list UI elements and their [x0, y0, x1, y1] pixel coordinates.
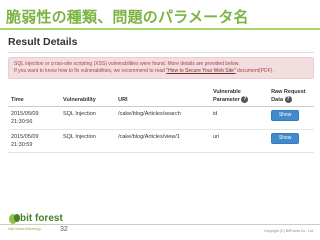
time-cell: 2015/05/09 21:30:59 [8, 129, 61, 153]
vulnerability-alert: SQL injection or cross-site scripting (X… [8, 57, 314, 79]
date-value: 2015/05/09 [11, 111, 39, 117]
raw-request-column-header: Raw Request Data ? [268, 86, 314, 107]
uri-cell: /cake/blog/Articles/search [115, 106, 210, 130]
parameter-header-line-2: Parameter [212, 97, 240, 103]
help-icon[interactable]: ? [284, 96, 292, 104]
vulnerability-column-header: Vulnerability [60, 86, 116, 107]
table-row: 2015/05/09 21:30:56 SQL Injection /cake/… [8, 106, 314, 130]
vulnerability-cell: SQL Injection [60, 106, 116, 130]
result-details-heading: Result Details [8, 36, 78, 48]
show-request-button[interactable]: Show [271, 110, 300, 121]
title-divider [0, 28, 320, 30]
logo-tagline: http://www.bitforest.jp [8, 227, 42, 231]
parameter-header-line-1: Vulnerable [212, 89, 241, 95]
results-table-container: Time Vulnerability URI Vulnerable Parame… [8, 86, 314, 153]
alert-line-2: If you want to know how to fix vulnerabi… [14, 68, 308, 75]
table-header-row: Time Vulnerability URI Vulnerable Parame… [8, 86, 314, 107]
uri-column-header: URI [115, 86, 210, 107]
footer-divider [0, 224, 320, 225]
logo-text: bit forest [20, 213, 63, 224]
alert-line-2-suffix: document(PDF). [235, 68, 274, 74]
table-row: 2015/05/09 21:30:59 SQL Injection /cake/… [8, 129, 314, 153]
alert-line-2-prefix: If you want to know how to fix vulnerabi… [14, 68, 167, 74]
raw-request-cell: Show [268, 129, 314, 153]
time-cell: 2015/05/09 21:30:56 [8, 106, 61, 130]
time-value: 21:30:59 [11, 142, 33, 148]
help-icon[interactable]: ? [241, 96, 249, 104]
time-value: 21:30:56 [11, 119, 33, 125]
results-table: Time Vulnerability URI Vulnerable Parame… [8, 86, 314, 153]
heading-divider [8, 52, 314, 53]
secure-website-doc-link[interactable]: "How to Secure Your Web Site" [166, 68, 235, 74]
parameter-cell: id [209, 106, 269, 130]
page-number: 32 [60, 226, 68, 233]
show-request-button[interactable]: Show [271, 133, 300, 144]
parameter-column-header: Vulnerable Parameter ? [209, 86, 269, 107]
uri-cell: /cake/blog/Articles/view/1 [115, 129, 210, 153]
vulnerability-cell: SQL Injection [60, 129, 116, 153]
time-column-header: Time [8, 86, 61, 107]
alert-line-1: SQL injection or cross-site scripting (X… [14, 61, 240, 67]
date-value: 2015/05/09 [11, 134, 39, 140]
parameter-cell: uri [209, 129, 269, 153]
slide-title: 脆弱性の種類、問題のパラメータ名 [6, 8, 249, 26]
copyright-notice: Copyright (C) BitForest Co., Ltd. [264, 229, 314, 233]
raw-request-cell: Show [268, 106, 314, 130]
